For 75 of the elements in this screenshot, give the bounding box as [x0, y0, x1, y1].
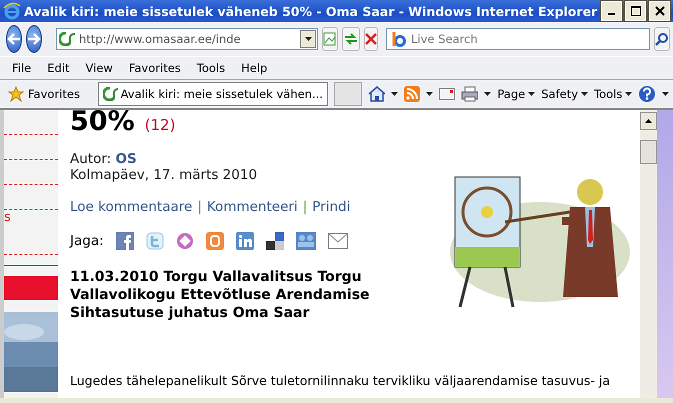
author-link[interactable]: OS	[116, 151, 137, 167]
caret-icon[interactable]	[426, 92, 433, 96]
caret-icon[interactable]	[625, 92, 632, 96]
close-icon	[654, 6, 664, 16]
window-title: Avalik kiri: meie sissetulek väheneb 50% - Oma Saar - Windows Internet Explorer	[24, 4, 598, 18]
search-button[interactable]	[654, 27, 670, 51]
article-heading: 50%	[70, 110, 135, 137]
back-arrow-icon	[7, 33, 21, 45]
ring-icon[interactable]	[176, 232, 194, 250]
search-icon	[655, 32, 669, 46]
stop-button[interactable]	[364, 27, 378, 51]
caret-icon[interactable]	[391, 92, 398, 96]
command-menu[interactable]: Safety	[541, 87, 588, 101]
star-icon	[8, 86, 24, 102]
close-button[interactable]	[649, 1, 670, 21]
link-separator: |	[302, 199, 308, 215]
refresh-icon	[343, 32, 359, 46]
browser-logo-icon	[3, 2, 21, 20]
article-date: Kolmapäev, 17. märts 2010	[70, 167, 258, 183]
mail-icon[interactable]	[438, 88, 455, 100]
caret-icon[interactable]	[662, 92, 670, 96]
author-label: Autor:	[70, 151, 112, 167]
facebook-icon[interactable]	[116, 232, 134, 250]
maximize-button[interactable]	[625, 1, 646, 21]
forward-button[interactable]	[26, 25, 42, 53]
favorites-button[interactable]: Favorites	[4, 84, 84, 104]
squares-icon[interactable]	[266, 232, 284, 250]
link-separator: |	[197, 199, 202, 215]
caret-icon[interactable]	[304, 37, 312, 41]
menu-item[interactable]: File	[4, 61, 40, 75]
home-icon[interactable]	[368, 86, 386, 102]
scroll-up-button[interactable]	[640, 112, 657, 130]
browser-tab[interactable]: Avalik kiri: meie sissetulek vähen...	[98, 82, 328, 106]
article-text: Lugedes tähelepanelikult Sõrve tuletornilinnaku tervikliku väljaarendamise tasuvus- ja	[70, 372, 612, 390]
menu-item[interactable]: Edit	[39, 61, 78, 75]
menu-item[interactable]: View	[78, 61, 121, 75]
command-menu[interactable]: Page	[497, 87, 536, 101]
command-menu[interactable]: Tools	[594, 87, 632, 101]
feed-icon[interactable]	[404, 86, 420, 102]
back-button[interactable]	[6, 25, 22, 53]
chart-page-icon	[323, 32, 337, 46]
maximize-icon	[630, 6, 640, 16]
refresh-button[interactable]	[342, 27, 360, 51]
article-link[interactable]: Loe kommentaare	[70, 199, 192, 215]
up-arrow-icon	[645, 119, 652, 123]
sidebar-text: s	[4, 210, 12, 227]
menu-item[interactable]: Tools	[188, 61, 234, 75]
forward-arrow-icon	[27, 33, 41, 45]
minimize-button[interactable]	[601, 1, 622, 21]
menu-item[interactable]: Favorites	[120, 61, 189, 75]
article-subtitle: 11.03.2010 Torgu Vallavalitsus Torgu Vallavolikogu Ettevõtluse Arendamise Sihtasutuse juhatus Oma Saar	[70, 268, 370, 322]
linkedin-icon[interactable]	[236, 232, 254, 250]
share-label: Jaga:	[70, 233, 104, 249]
address-field[interactable]: http://www.omasaar.ee/inde	[56, 28, 318, 50]
menu-item[interactable]: Help	[233, 61, 276, 75]
article-link[interactable]: Kommenteeri	[206, 199, 298, 215]
comment-count: (12)	[144, 116, 176, 134]
site-logo-icon	[102, 87, 118, 101]
compatibility-button[interactable]	[322, 27, 338, 51]
printer-icon[interactable]	[460, 86, 478, 102]
site-logo-icon	[59, 32, 77, 46]
people-icon[interactable]	[296, 232, 316, 250]
caret-icon[interactable]	[528, 92, 536, 96]
vertical-scrollbar[interactable]	[640, 110, 657, 398]
address-dropdown-button[interactable]	[300, 30, 316, 48]
search-field[interactable]: Live Search	[386, 28, 650, 50]
stop-icon	[365, 33, 377, 45]
caret-icon[interactable]	[581, 92, 588, 96]
mail-icon[interactable]	[328, 233, 348, 249]
article-link[interactable]: Prindi	[312, 199, 350, 215]
help-icon[interactable]	[638, 85, 656, 103]
search-provider-icon	[390, 31, 406, 47]
scrollbar-thumb[interactable]	[640, 140, 657, 164]
caret-icon[interactable]	[484, 92, 492, 96]
banner	[4, 276, 58, 300]
